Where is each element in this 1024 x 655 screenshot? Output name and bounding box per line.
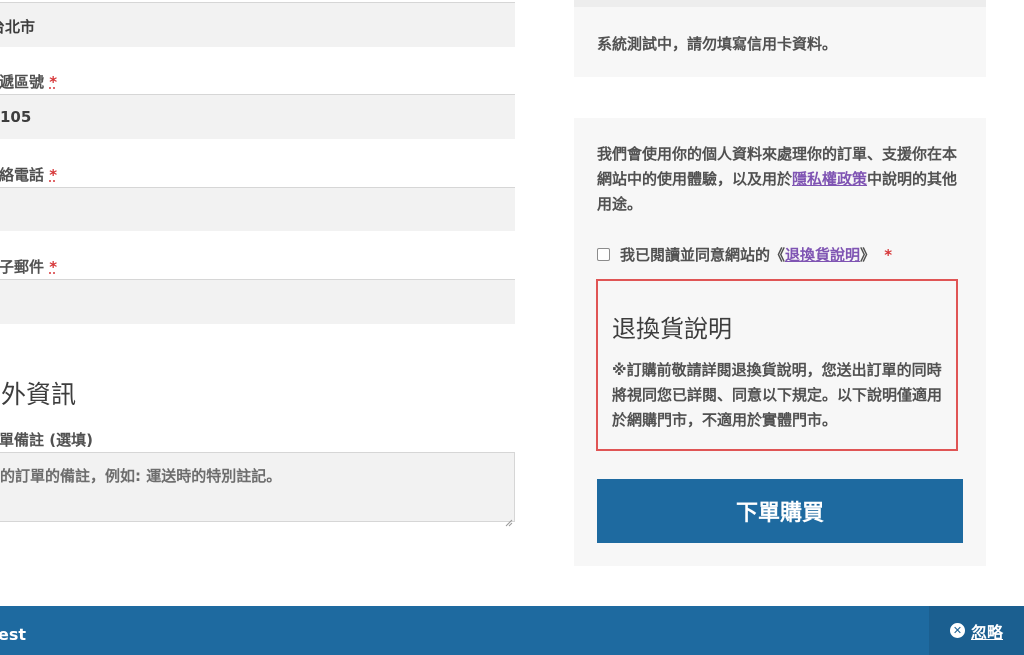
terms-required-mark: *: [884, 246, 893, 264]
order-notes-textarea[interactable]: 您的訂單的備註，例如: 運送時的特別註記。: [0, 452, 515, 527]
terms-box-body: ※訂購前敬請詳閱退換貨說明，您送出訂單的同時將視同您已詳閱、同意以下規定。以下說…: [612, 361, 943, 429]
order-notes-placeholder: 您的訂單的備註，例如: 運送時的特別註記。: [0, 467, 282, 485]
terms-link[interactable]: 退換貨說明: [785, 246, 860, 264]
store-notice-text: est: [0, 625, 27, 644]
privacy-policy-text: 我們會使用你的個人資料來處理你的訂單、支援你在本網站中的使用體驗，以及用於隱私權…: [597, 145, 958, 213]
dismiss-notice-button[interactable]: ✕ 忽略: [929, 606, 1024, 655]
privacy-policy-link[interactable]: 隱私權政策: [792, 170, 867, 188]
close-circle-icon: ✕: [949, 623, 965, 638]
terms-box: 退換貨說明 ※訂購前敬請詳閱退換貨說明，您送出訂單的同時將視同您已詳閱、同意以下…: [596, 279, 958, 451]
postcode-label: 郵遞區號 *: [0, 73, 58, 91]
additional-info-heading: 額外資訊: [0, 380, 77, 409]
city-field[interactable]: 台北市: [0, 2, 515, 47]
dismiss-label: 忽略: [970, 622, 1003, 642]
postcode-value: 105: [0, 108, 32, 126]
order-notes-label: 訂單備註 (選填): [0, 431, 93, 449]
payment-test-notice: 系統測試中，請勿填寫信用卡資料。: [597, 35, 838, 53]
city-value: 台北市: [0, 18, 36, 36]
phone-field[interactable]: [0, 187, 515, 231]
terms-agree-label: 我已閱讀並同意網站的《退換貨說明》 *: [620, 246, 893, 264]
email-field[interactable]: [0, 279, 515, 324]
email-label: 電子郵件 *: [0, 258, 58, 276]
terms-box-title: 退換貨說明: [612, 315, 732, 343]
store-notice-bar: est: [0, 606, 1024, 655]
payment-notice-box: 系統測試中，請勿填寫信用卡資料。: [574, 0, 986, 77]
postcode-field[interactable]: 105: [0, 94, 515, 139]
resize-handle-icon[interactable]: [505, 512, 513, 527]
phone-label: 聯絡電話 *: [0, 166, 58, 184]
place-order-button[interactable]: 下單購買: [597, 479, 963, 543]
terms-checkbox[interactable]: [597, 248, 610, 261]
